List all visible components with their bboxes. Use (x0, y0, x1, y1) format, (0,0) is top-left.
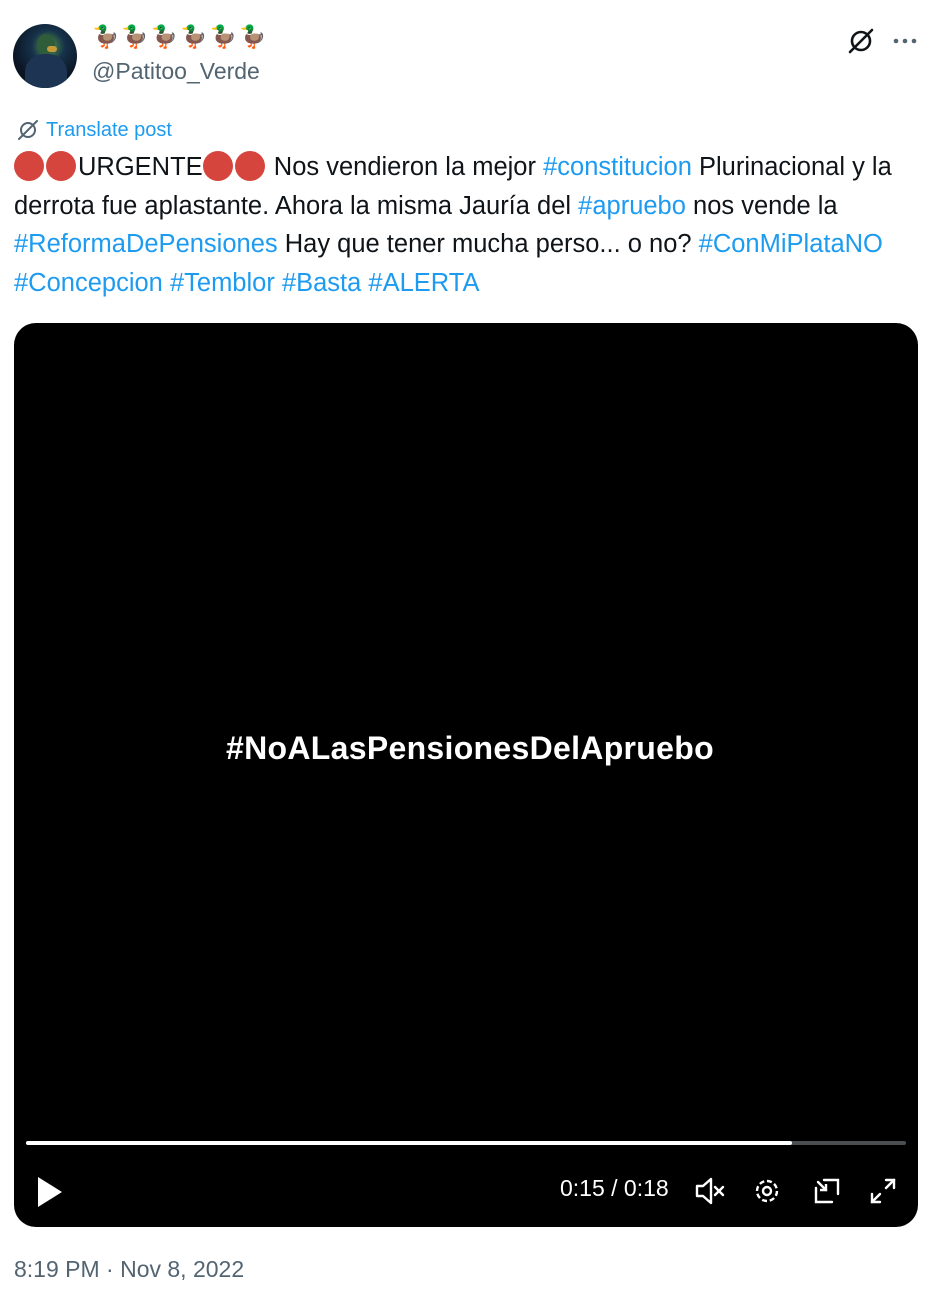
more-icon[interactable] (890, 26, 920, 56)
post-text-segment (275, 269, 282, 297)
video-overlay-text: #NoALasPensionesDelApruebo (226, 730, 714, 766)
hashtag-link[interactable]: #Temblor (170, 269, 275, 297)
hashtag-link[interactable]: #apruebo (578, 192, 686, 220)
post-text-segment: Nos vendieron la mejor (266, 153, 544, 181)
hashtag-link[interactable]: #ALERTA (368, 269, 479, 297)
fullscreen-icon[interactable] (866, 1174, 900, 1208)
red-circle-emoji (202, 151, 233, 181)
video-progress-fill (26, 1141, 792, 1145)
user-handle[interactable]: @Patitoo_Verde (92, 58, 260, 85)
hashtag-link[interactable]: #ConMiPlataNO (699, 230, 883, 258)
play-icon[interactable] (34, 1174, 66, 1210)
red-circle-emoji (234, 151, 265, 181)
post-text-segment (163, 269, 170, 297)
post-header: 🦆🦆🦆🦆🦆🦆 @Patitoo_Verde (0, 0, 940, 110)
grok-icon[interactable] (846, 26, 876, 56)
video-player[interactable] (14, 323, 918, 1227)
post-text-segment: nos vende la (685, 191, 838, 220)
translate-label: Translate post (46, 118, 172, 141)
hashtag-link[interactable]: #Concepcion (14, 269, 163, 297)
red-circle-emoji (14, 151, 44, 181)
picture-in-picture-icon[interactable] (810, 1174, 844, 1208)
post-text-segment: Hay que tener mucha perso... o no? (277, 230, 699, 258)
post-text-segment: URGENTE (78, 153, 203, 181)
settings-icon[interactable] (750, 1174, 784, 1208)
hashtag-link[interactable]: #Basta (282, 269, 361, 297)
video-progress-bar[interactable] (26, 1141, 906, 1145)
post-text: URGENTE Nos vendieron la mejor #constitu… (14, 148, 924, 302)
display-name[interactable]: 🦆🦆🦆🦆🦆🦆 (92, 24, 268, 52)
red-circle-emoji (46, 151, 76, 181)
translate-icon (18, 120, 38, 140)
hashtag-link[interactable]: #constitucion (543, 153, 692, 181)
mute-icon[interactable] (693, 1174, 727, 1208)
hashtag-link[interactable]: #ReformaDePensiones (14, 230, 278, 258)
post-timestamp[interactable]: 8:19 PM · Nov 8, 2022 (14, 1256, 244, 1283)
avatar[interactable] (13, 24, 77, 88)
translate-post-link[interactable]: Translate post (16, 116, 172, 144)
video-time: 0:15 / 0:18 (560, 1175, 669, 1201)
